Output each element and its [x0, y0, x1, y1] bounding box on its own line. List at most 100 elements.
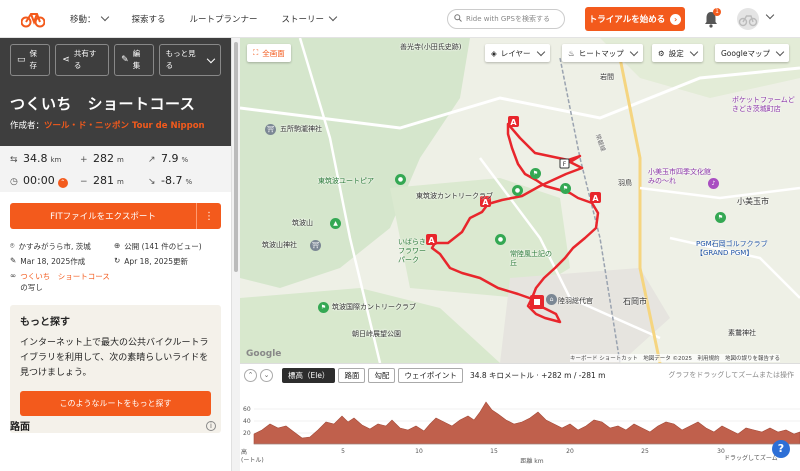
- save-button[interactable]: ▭ 保存: [10, 44, 51, 76]
- layers-icon: ◈: [491, 48, 497, 58]
- map-label: ポケットファームどきどき茨城町店: [732, 96, 795, 113]
- golf-icon[interactable]: ⚑: [530, 168, 541, 179]
- scrollbar-thumb[interactable]: [234, 42, 238, 272]
- clock-icon: ◷: [10, 177, 18, 187]
- surface-heading: 路面: [10, 422, 30, 433]
- author-link[interactable]: ツール・ド・ニッポン Tour de Nippon: [44, 121, 205, 131]
- elevation-area[interactable]: [253, 401, 800, 445]
- info-icon[interactable]: i: [206, 421, 216, 431]
- svg-text:F: F: [563, 161, 567, 168]
- map-label: 東筑波ユートピア: [318, 177, 374, 185]
- shrine-icon[interactable]: ⛩: [310, 240, 321, 251]
- route-start-finish-marker[interactable]: [530, 295, 544, 309]
- edit-label: 編集: [132, 49, 141, 70]
- nav-move-label: 移動：: [70, 14, 96, 25]
- route-marker-a[interactable]: A: [590, 192, 601, 203]
- start-trial-label: トライアルを始める: [588, 15, 666, 25]
- trend-up-icon: ↗: [148, 155, 156, 165]
- route-marker-a[interactable]: A: [508, 116, 519, 127]
- search-icon: [454, 14, 462, 24]
- heatmap-button[interactable]: ♨ ヒートマップ: [562, 44, 643, 62]
- stat-distance: ⇆ 34.8 km: [10, 152, 80, 169]
- map-label: 小美玉市四季文化館 みの～れ: [648, 168, 711, 185]
- search-input[interactable]: Ride with GPSを検索する: [447, 9, 565, 29]
- map-attribution[interactable]: キーボード ショートカット 地図データ ©2025 利用規約 地図の誤りを報告す…: [570, 354, 780, 362]
- chevron-down-icon[interactable]: [765, 10, 775, 20]
- chevron-down-icon: [206, 54, 216, 63]
- meta-visibility: ⊕ 公開 (141 件のビュー): [114, 241, 224, 252]
- refresh-icon: ↻: [114, 256, 121, 265]
- map-label: 五所駒瀧神社: [280, 125, 322, 133]
- map-type-button[interactable]: Googleマップ: [715, 44, 789, 62]
- golf-icon[interactable]: ⚑: [318, 302, 329, 313]
- export-fit-button[interactable]: FITファイルをエクスポート: [10, 203, 196, 229]
- export-more-button[interactable]: ⋮: [196, 203, 221, 229]
- map-label: 筑波山神社: [262, 241, 297, 249]
- stat-time: ◷ 00:00 ⌃: [10, 174, 80, 192]
- updated-text: Apr 18, 2025更新: [124, 257, 189, 266]
- copy-of-link[interactable]: つくいち ショートコース: [20, 272, 110, 281]
- descent-value: -8.7: [161, 174, 183, 187]
- help-icon[interactable]: ?: [772, 440, 790, 458]
- museum-icon[interactable]: ⌂: [546, 294, 557, 305]
- fullscreen-button[interactable]: ⛶ 全画面: [247, 44, 291, 62]
- shrine-icon[interactable]: ⛩: [265, 124, 276, 135]
- nav-stories[interactable]: ストーリー: [282, 12, 338, 25]
- layers-button[interactable]: ◈ レイヤー: [485, 44, 550, 62]
- elevation-chart[interactable]: 60 40 20 5 10 15 20 25 30 距離 km 高 (ートル) …: [240, 382, 800, 471]
- more-label: もっと見る: [165, 49, 196, 70]
- tab-elevation[interactable]: 標高（Ele）: [282, 367, 336, 383]
- panel-scrollbar[interactable]: [231, 38, 240, 471]
- top-nav: 移動： 探索する ルートプランナー ストーリー Ride with GPSを検索…: [0, 0, 800, 38]
- x-tick-label: 25: [641, 448, 649, 455]
- elevation-profile[interactable]: ⌃ ⌄ 標高（Ele） 路面 勾配 ウェイポイント 34.8 キロメートル · …: [240, 363, 800, 471]
- park-icon[interactable]: ●: [512, 185, 523, 196]
- tab-surface[interactable]: 路面: [338, 367, 366, 383]
- x-axis-label: 距離 km: [520, 457, 543, 465]
- start-trial-button[interactable]: トライアルを始める ›: [585, 7, 685, 31]
- map-label: 善光寺(小田氏史跡): [400, 43, 462, 51]
- x-tick-label: 15: [490, 448, 498, 455]
- edit-button[interactable]: ✎ 編集: [114, 44, 154, 76]
- distance-icon: ⇆: [10, 155, 18, 165]
- copy-of-text: つくいち ショートコース の写し: [20, 271, 110, 293]
- chevron-down-icon: [629, 47, 638, 56]
- chevron-down-icon: [536, 47, 545, 56]
- elevation-summary: 34.8 キロメートル · +282 m / -281 m: [469, 370, 606, 380]
- map-label: 素鵞神社: [728, 329, 756, 337]
- grade-unit: %: [181, 156, 189, 164]
- y-tick-label: 20: [243, 430, 251, 437]
- hero-actions: ▭ 保存 ⋖ 共有する ✎ 編集 もっと見る: [10, 44, 221, 76]
- chevron-up-icon[interactable]: ⌃: [244, 368, 257, 382]
- chevron-up-icon[interactable]: ⌃: [57, 178, 68, 188]
- tab-grade[interactable]: 勾配: [368, 367, 396, 383]
- globe-icon: ⊕: [114, 241, 121, 250]
- golf-icon[interactable]: ⚑: [560, 183, 571, 194]
- chevron-down-icon[interactable]: ⌄: [260, 368, 273, 382]
- settings-button[interactable]: ⚙ 設定: [652, 44, 703, 62]
- gear-icon: ⚙: [658, 48, 665, 58]
- nav-explore[interactable]: 探索する: [132, 13, 166, 25]
- route-flag-marker[interactable]: F: [559, 158, 570, 169]
- ridewithgps-logo-icon[interactable]: [20, 6, 46, 32]
- share-button[interactable]: ⋖ 共有する: [55, 44, 110, 76]
- tab-waypoints[interactable]: ウェイポイント: [398, 367, 463, 383]
- golf-icon[interactable]: ⚑: [715, 212, 726, 223]
- music-venue-icon[interactable]: ♪: [708, 178, 719, 189]
- heatmap-label: ヒートマップ: [578, 48, 624, 58]
- descent-unit: %: [185, 178, 193, 186]
- elevation-gain-value: 282: [93, 152, 114, 165]
- nav-move[interactable]: 移動：: [70, 12, 109, 25]
- nav-route-planner[interactable]: ルートプランナー: [190, 13, 258, 25]
- mountain-icon[interactable]: ▲: [330, 218, 341, 229]
- map-canvas: A A A A F: [240, 38, 800, 363]
- more-button[interactable]: もっと見る: [158, 44, 221, 76]
- chevron-down-icon: [328, 12, 338, 22]
- avatar[interactable]: [737, 8, 759, 30]
- park-icon[interactable]: ●: [395, 174, 406, 185]
- route-map[interactable]: A A A A F ⛶ 全画面 ◈ レイヤー ♨ ヒートマップ ⚙ 設定 Googleマ…: [240, 38, 800, 363]
- park-icon[interactable]: ●: [495, 234, 506, 245]
- find-more-routes-button[interactable]: このようなルートをもっと探す: [20, 391, 211, 416]
- map-label: 筑波山: [292, 219, 313, 227]
- distance-value: 34.8: [23, 152, 48, 165]
